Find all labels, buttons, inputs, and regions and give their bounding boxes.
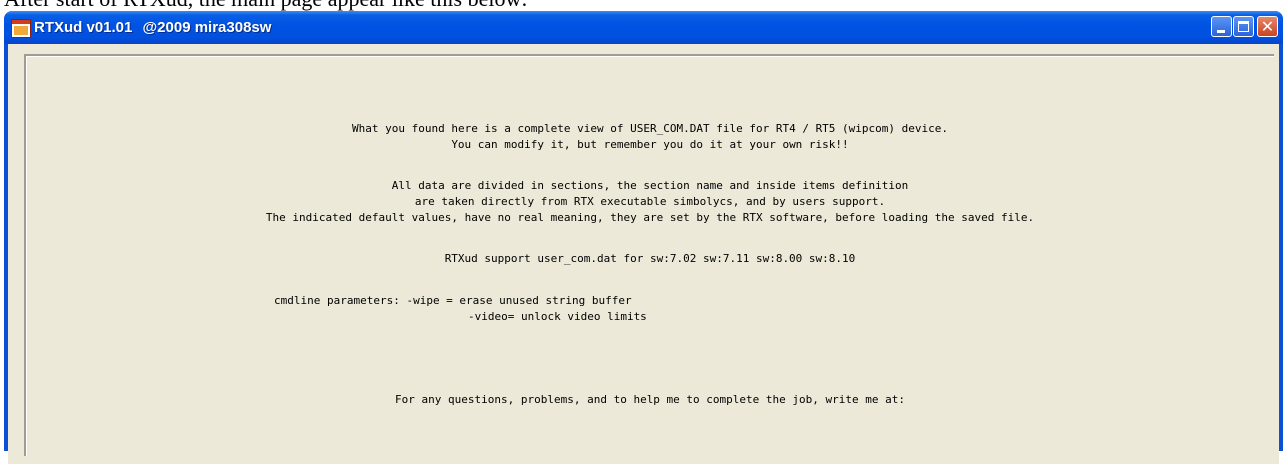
- window-app-icon[interactable]: [11, 19, 31, 38]
- maximize-button[interactable]: [1233, 16, 1254, 37]
- cmdline-param-video: -video= unlock video limits: [468, 310, 647, 323]
- cmdline-param-wipe: cmdline parameters: -wipe = erase unused…: [274, 294, 632, 307]
- window-title-name: RTXud v01.01: [34, 19, 133, 36]
- maximize-icon: [1238, 21, 1249, 32]
- support-line: RTXud support user_com.dat for sw:7.02 s…: [444, 252, 856, 265]
- window-title: RTXud v01.01 @2009 mira308sw: [34, 11, 271, 44]
- close-button[interactable]: ✕: [1257, 16, 1278, 37]
- intro-line: All data are divided in sections, the se…: [391, 179, 909, 192]
- minimize-button[interactable]: [1211, 16, 1232, 37]
- title-bar[interactable]: RTXud v01.01 @2009 mira308sw ✕: [4, 11, 1283, 44]
- intro-line: The indicated default values, have no re…: [265, 211, 1035, 224]
- intro-line: What you found here is a complete view o…: [351, 122, 949, 135]
- info-panel: What you found here is a complete view o…: [24, 54, 1274, 456]
- contact-line: For any questions, problems, and to help…: [395, 393, 905, 406]
- intro-line: are taken directly from RTX executable s…: [414, 195, 886, 208]
- window-title-copyright: @2009 mira308sw: [142, 19, 272, 36]
- close-icon: ✕: [1260, 17, 1275, 36]
- intro-line: You can modify it, but remember you do i…: [451, 138, 849, 151]
- minimize-icon: [1217, 30, 1225, 33]
